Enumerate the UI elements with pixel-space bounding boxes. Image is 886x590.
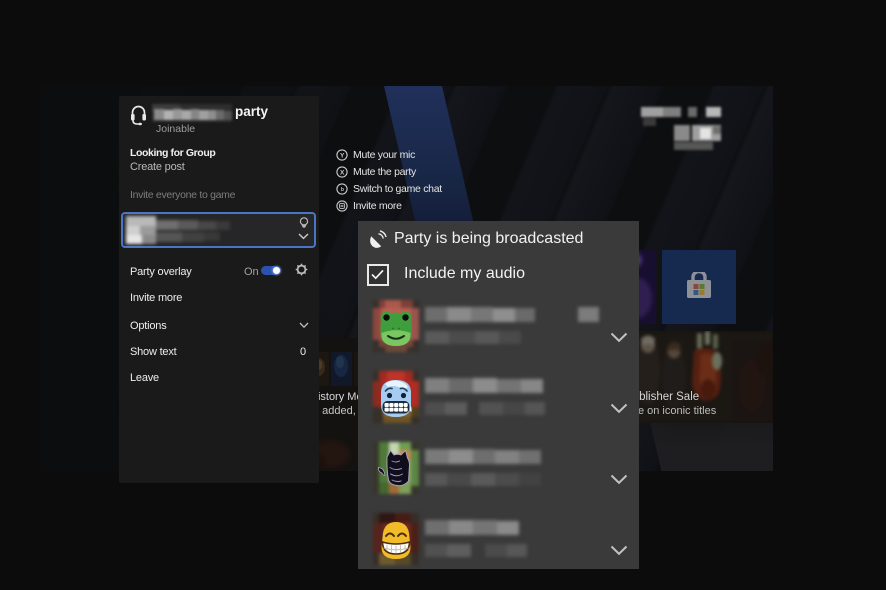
svg-text:b: b	[341, 187, 344, 193]
svg-text:X: X	[340, 169, 345, 176]
svg-text:Y: Y	[340, 152, 345, 159]
